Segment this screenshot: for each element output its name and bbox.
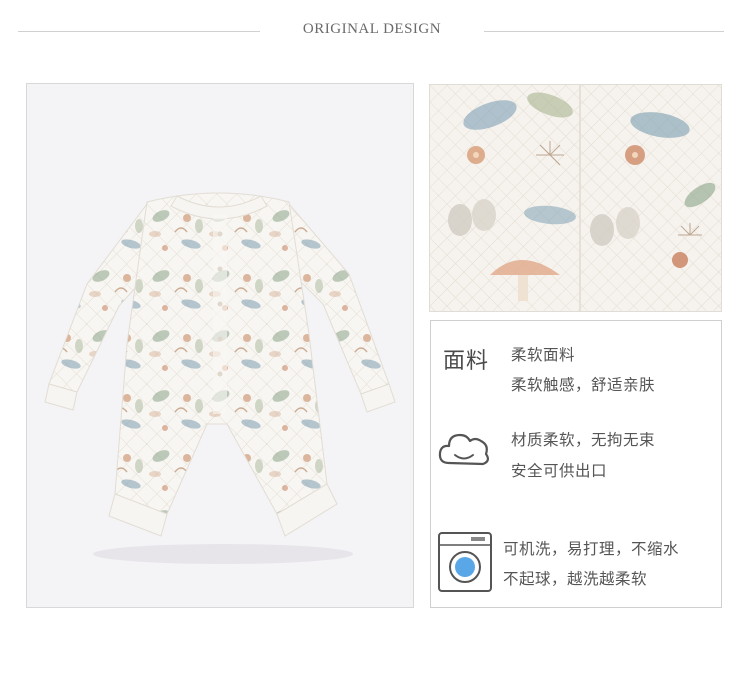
softness-line-2: 安全可供出口 [511,462,608,480]
section-header: ORIGINAL DESIGN [0,18,750,46]
fabric-line-1: 柔软面料 [511,346,576,364]
fabric-pattern-illustration [430,85,721,311]
header-rule-right [484,31,724,32]
washing-machine-icon [437,531,493,597]
feature-panel: 面料 柔软面料 柔软触感，舒适亲肤 材质柔软，无拘无束 安全可供出口 可机洗，易… [430,320,722,608]
section-title: ORIGINAL DESIGN [302,21,442,37]
fabric-heading: 面料 [443,349,490,374]
baby-romper-illustration [44,192,396,564]
product-photo [26,83,414,608]
fabric-line-2: 柔软触感，舒适亲肤 [511,376,656,394]
washing-line-1: 可机洗，易打理，不缩水 [503,540,680,558]
fabric-detail-photo [429,84,722,312]
cloud-icon [435,425,493,477]
washing-line-2: 不起球，越洗越柔软 [503,570,648,588]
softness-line-1: 材质柔软，无拘无束 [511,431,656,449]
header-rule-left [18,31,260,32]
